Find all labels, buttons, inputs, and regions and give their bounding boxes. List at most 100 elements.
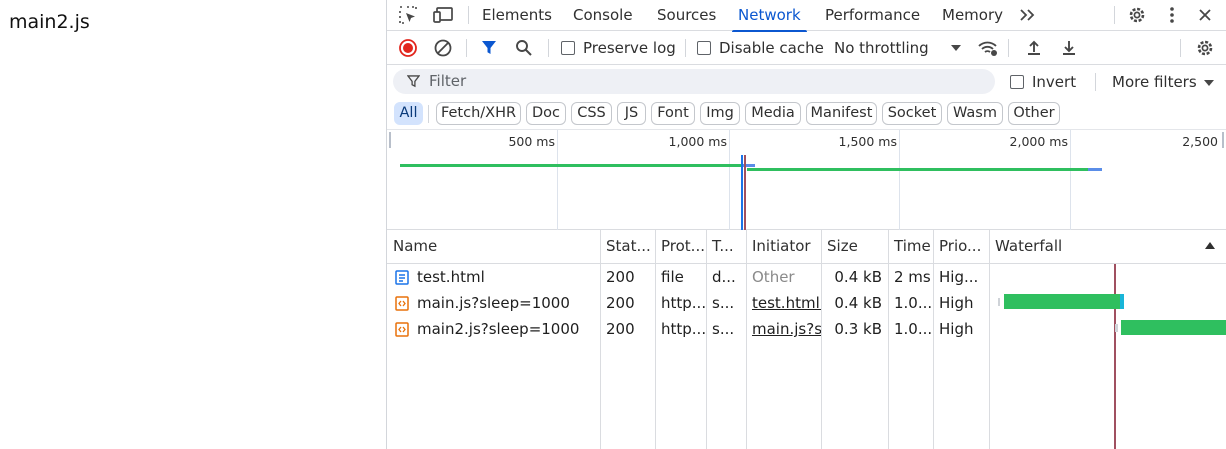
- time-cell: 1.0...: [894, 320, 933, 338]
- column-status[interactable]: Stat...: [600, 230, 655, 264]
- request-name: main2.js?sleep=1000: [417, 320, 580, 338]
- filter-funnel-icon[interactable]: [478, 37, 500, 59]
- divider: [466, 39, 467, 57]
- download-har-icon[interactable]: [1058, 37, 1080, 59]
- divider: [685, 39, 686, 57]
- initiator-link[interactable]: test.html:1: [746, 290, 821, 316]
- status-cell: 200: [606, 294, 635, 312]
- tab-elements[interactable]: Elements: [482, 0, 552, 31]
- type-fetch-xhr[interactable]: Fetch/XHR: [436, 102, 521, 125]
- column-time[interactable]: Time: [888, 230, 934, 264]
- overview-bar: [400, 164, 743, 167]
- request-name: main.js?sleep=1000: [417, 294, 570, 312]
- type-media[interactable]: Media: [745, 102, 801, 125]
- status-cell: 200: [606, 320, 635, 338]
- disable-cache-checkbox[interactable]: [697, 41, 711, 55]
- divider: [1114, 6, 1115, 24]
- throttling-value: No throttling: [834, 39, 929, 57]
- protocol-cell: http...: [661, 294, 706, 312]
- tab-memory[interactable]: Memory: [942, 0, 1003, 31]
- settings-gear-icon[interactable]: [1126, 4, 1148, 26]
- overview-right-handle[interactable]: [1222, 132, 1224, 148]
- type-manifest[interactable]: Manifest: [806, 102, 877, 125]
- network-settings-gear-icon[interactable]: [1194, 37, 1216, 59]
- network-toolbar: Preserve log Disable cache No throttling: [387, 31, 1226, 65]
- type-img[interactable]: Img: [700, 102, 740, 125]
- gridline: [899, 130, 900, 230]
- column-initiator[interactable]: Initiator: [746, 230, 824, 264]
- preserve-log-label: Preserve log: [583, 39, 676, 57]
- tab-console[interactable]: Console: [573, 0, 633, 31]
- filter-placeholder: Filter: [429, 72, 467, 90]
- close-icon[interactable]: [1194, 4, 1216, 26]
- invert-label: Invert: [1032, 73, 1077, 91]
- column-waterfall[interactable]: Waterfall: [989, 230, 1189, 264]
- more-options-icon[interactable]: [1161, 4, 1183, 26]
- waterfall-download-bar: [1120, 294, 1124, 309]
- type-js[interactable]: JS: [617, 102, 646, 125]
- request-name: test.html: [417, 268, 485, 286]
- tick-label: 500 ms: [508, 134, 555, 149]
- type-font[interactable]: Font: [651, 102, 695, 125]
- divider: [1180, 39, 1181, 57]
- device-toolbar-icon[interactable]: [432, 4, 454, 26]
- stop-recording-icon[interactable]: [397, 37, 419, 59]
- type-other[interactable]: Other: [1008, 102, 1060, 125]
- document-icon: [395, 270, 409, 285]
- waterfall-queue-bar: [998, 298, 1000, 306]
- time-cell: 2 ms: [894, 268, 931, 286]
- throttling-select[interactable]: No throttling: [834, 31, 964, 65]
- filter-input[interactable]: Filter: [393, 69, 995, 94]
- tab-performance[interactable]: Performance: [825, 0, 920, 31]
- devtools-panel: Elements Console Sources Network Perform…: [386, 0, 1226, 449]
- more-filters-dropdown[interactable]: More filters: [1112, 65, 1222, 99]
- tab-sources[interactable]: Sources: [657, 0, 716, 31]
- table-row[interactable]: main.js?sleep=1000 200 http... s... test…: [387, 290, 1226, 316]
- column-protocol[interactable]: Prot...: [655, 230, 710, 264]
- invert-checkbox[interactable]: [1010, 75, 1024, 89]
- column-type[interactable]: T...: [706, 230, 746, 264]
- waterfall-bar: [1121, 320, 1226, 335]
- upload-har-icon[interactable]: [1023, 37, 1045, 59]
- column-name[interactable]: Name: [387, 230, 600, 264]
- protocol-cell: http...: [661, 320, 706, 338]
- filter-icon: [407, 75, 420, 88]
- tick-label: 1,500 ms: [838, 134, 897, 149]
- divider: [1008, 39, 1009, 57]
- type-all[interactable]: All: [394, 102, 423, 125]
- type-wasm[interactable]: Wasm: [947, 102, 1003, 125]
- type-socket[interactable]: Socket: [882, 102, 942, 125]
- network-conditions-icon[interactable]: [977, 37, 999, 59]
- column-priority[interactable]: Prio...: [933, 230, 989, 264]
- tick-label: 1,000 ms: [668, 134, 727, 149]
- clear-icon[interactable]: [432, 37, 454, 59]
- network-overview-timeline[interactable]: 500 ms 1,000 ms 1,500 ms 2,000 ms 2,500: [387, 129, 1226, 230]
- overview-left-handle[interactable]: [389, 132, 391, 148]
- dom-content-loaded-line: [741, 155, 743, 230]
- initiator-link[interactable]: main.js?sleep=1000: [746, 316, 821, 342]
- divider: [1095, 73, 1096, 91]
- request-name-cell: test.html: [387, 264, 600, 290]
- table-row[interactable]: main2.js?sleep=1000 200 http... s... mai…: [387, 316, 1226, 342]
- script-icon: [395, 322, 409, 337]
- more-tabs-icon[interactable]: [1017, 4, 1039, 26]
- type-css[interactable]: CSS: [571, 102, 612, 125]
- dropdown-arrow-icon: [1204, 80, 1214, 86]
- tick-label: 2,000 ms: [1009, 134, 1068, 149]
- search-icon[interactable]: [513, 37, 535, 59]
- preserve-log-checkbox[interactable]: [561, 41, 575, 55]
- column-size[interactable]: Size: [821, 230, 888, 264]
- type-cell: s...: [712, 320, 735, 338]
- table-row[interactable]: test.html 200 file d... Other 0.4 kB 2 m…: [387, 264, 1226, 290]
- gridline: [1070, 130, 1071, 230]
- type-cell: d...: [712, 268, 736, 286]
- type-doc[interactable]: Doc: [526, 102, 566, 125]
- tab-network[interactable]: Network: [732, 0, 807, 32]
- overview-bar: [1088, 168, 1102, 171]
- inspect-element-icon[interactable]: [397, 4, 419, 26]
- size-cell: 0.4 kB: [834, 268, 882, 286]
- protocol-cell: file: [661, 268, 684, 286]
- gridline: [557, 130, 558, 230]
- time-cell: 1.0...: [894, 294, 933, 312]
- sort-ascending-icon[interactable]: [1205, 242, 1215, 249]
